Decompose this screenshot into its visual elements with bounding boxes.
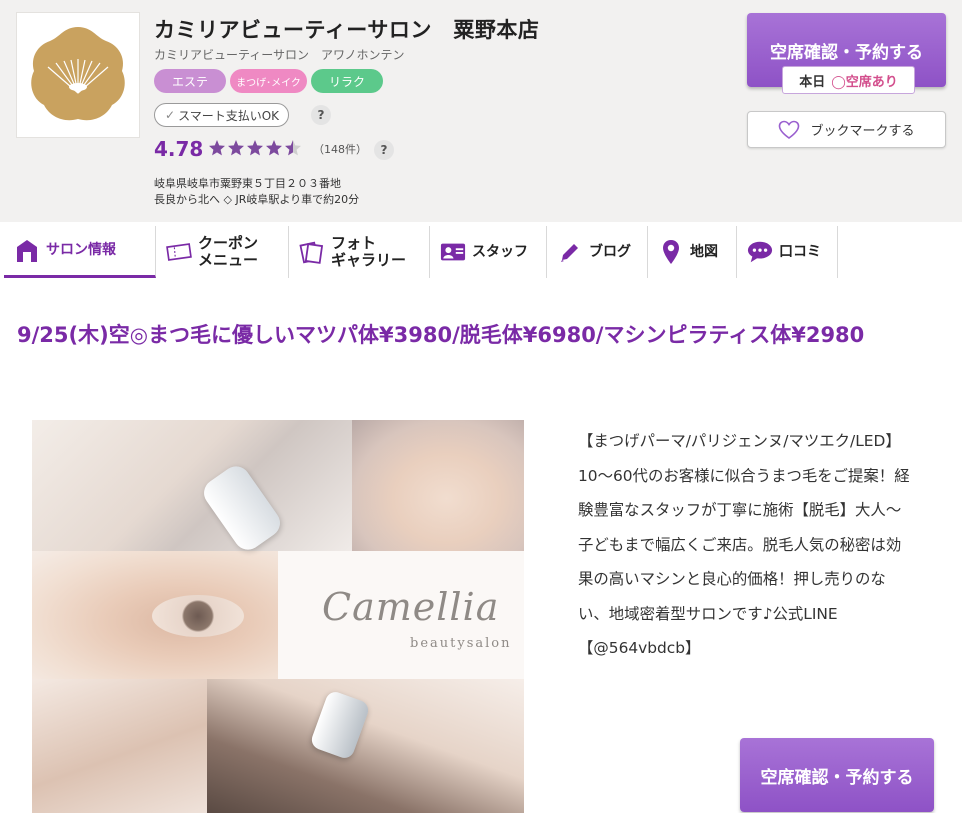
tab-label: クーポン メニュー [198,234,259,269]
map-pin-icon [658,239,684,265]
vacancy-circle-icon: ◯ [831,74,846,90]
hero-photo-massage [32,679,207,813]
tab-label: サロン情報 [46,242,116,258]
vacancy-status: 空席あり [845,74,898,90]
tab-salon-info[interactable]: サロン情報 [4,226,156,278]
review-count[interactable]: （148件） [313,141,367,157]
staff-icon [440,239,466,265]
smart-pay-badge: ✓ スマート支払いOK [154,103,290,127]
chat-icon [747,239,773,265]
tab-label: 地図 [690,243,718,260]
tab-staff[interactable]: スタッフ [430,226,547,278]
star-icon [227,139,245,157]
star-icon [208,139,226,157]
hero-photo-face [352,420,524,551]
hero-brand-script: Camellia [322,585,500,629]
hero-photo-body [207,679,524,813]
salon-tabs: サロン情報 クーポン メニュー フォト ギャラリー スタッフ ブログ 地図 口コ… [4,226,838,278]
book-button-label: 空席確認・予約する [770,43,923,63]
catch-headline: 9/25(木)空◎まつ毛に優しいマツパ体¥3980/脱毛体¥6980/マシンピラ… [17,323,865,347]
hero-brand-sub: beautysalon [410,636,512,651]
salon-description: 【まつげパーマ/パリジェンヌ/マツエク/LED】10～60代のお客様に似合うまつ… [578,432,910,657]
rating-value: 4.78 [154,137,204,161]
smart-pay-label: スマート支払いOK [178,108,280,123]
salon-kana: カミリアビューティーサロン アワノホンテン [154,48,405,62]
book-button-label: 空席確認・予約する [760,767,914,788]
help-icon[interactable]: ? [311,105,331,125]
tab-label: 口コミ [779,243,821,260]
star-icon [265,139,283,157]
tab-photo-gallery[interactable]: フォト ギャラリー [289,226,430,278]
pencil-icon [557,239,583,265]
fan-logo-icon [31,27,125,121]
salon-logo [16,12,140,138]
tab-label: ブログ [589,243,631,260]
bookmark-label: ブックマークする [810,124,915,139]
book-button-bottom[interactable]: 空席確認・予約する [740,738,934,812]
vacancy-today: 本日 [799,74,826,90]
rating-stars [208,139,302,157]
category-tags: エステ まつげ･メイク リラク [154,69,383,93]
heart-icon [779,120,800,139]
bookmark-button[interactable]: ブックマークする [747,111,946,148]
tab-label: スタッフ [472,243,528,260]
salon-address: 岐阜県岐阜市粟野東５丁目２０３番地 長良から北へ ◇ JR岐阜駅より車で約20分 [154,176,359,208]
access-line: 長良から北へ ◇ JR岐阜駅より車で約20分 [154,193,360,206]
star-icon [246,139,264,157]
tag-eyelash-makeup[interactable]: まつげ･メイク [230,69,307,93]
salon-name: カミリアビューティーサロン 粟野本店 [154,18,540,42]
salon-hero-image: Camellia beautysalon [32,420,524,813]
hero-photo-leg-treatment [32,420,352,551]
salon-header: カミリアビューティーサロン 粟野本店 カミリアビューティーサロン アワノホンテン… [0,0,962,222]
tab-label: フォト ギャラリー [331,234,407,269]
photo-icon [299,239,325,265]
home-icon [14,238,40,264]
star-icon [284,139,302,157]
tab-map[interactable]: 地図 [648,226,737,278]
hero-eye-detail [152,595,244,637]
tag-relaxation[interactable]: リラク [311,69,383,93]
tag-esthe[interactable]: エステ [154,69,226,93]
vacancy-badge: 本日 ◯空席あり [782,66,915,94]
tab-reviews[interactable]: 口コミ [737,226,838,278]
rating-help-icon[interactable]: ? [374,140,394,160]
address-line: 岐阜県岐阜市粟野東５丁目２０３番地 [154,177,341,190]
check-icon: ✓ [165,108,176,122]
tab-blog[interactable]: ブログ [547,226,648,278]
coupon-icon [166,239,192,265]
tab-coupon-menu[interactable]: クーポン メニュー [156,226,289,278]
